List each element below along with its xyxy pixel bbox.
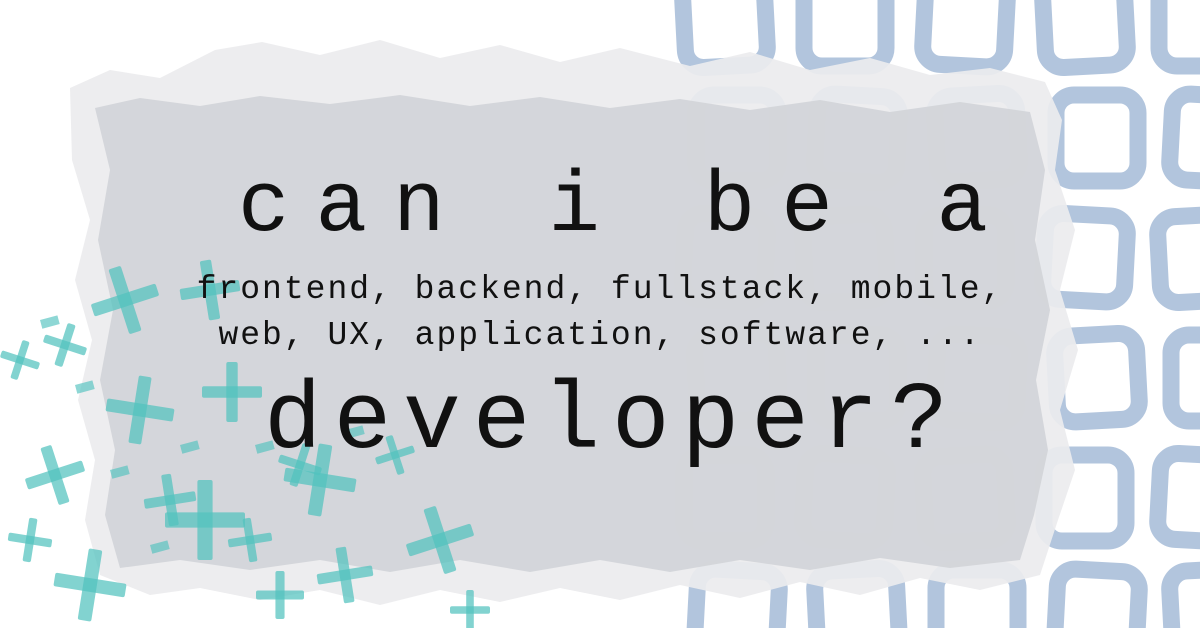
roles-list-line-2: web, UX, application, software, ...	[218, 317, 982, 354]
square-shape	[914, 0, 1016, 76]
headline-line-1: can i be a	[237, 158, 1015, 256]
roles-list-line-1: frontend, backend, fullstack, mobile,	[196, 271, 1004, 308]
square-shape	[795, 0, 895, 75]
plus-shape	[7, 517, 53, 563]
square-shape	[1046, 560, 1148, 628]
square-shape	[1034, 0, 1136, 76]
headline-line-2: developer?	[263, 367, 961, 476]
square-shape	[1150, 0, 1200, 75]
square-shape	[1161, 560, 1200, 628]
